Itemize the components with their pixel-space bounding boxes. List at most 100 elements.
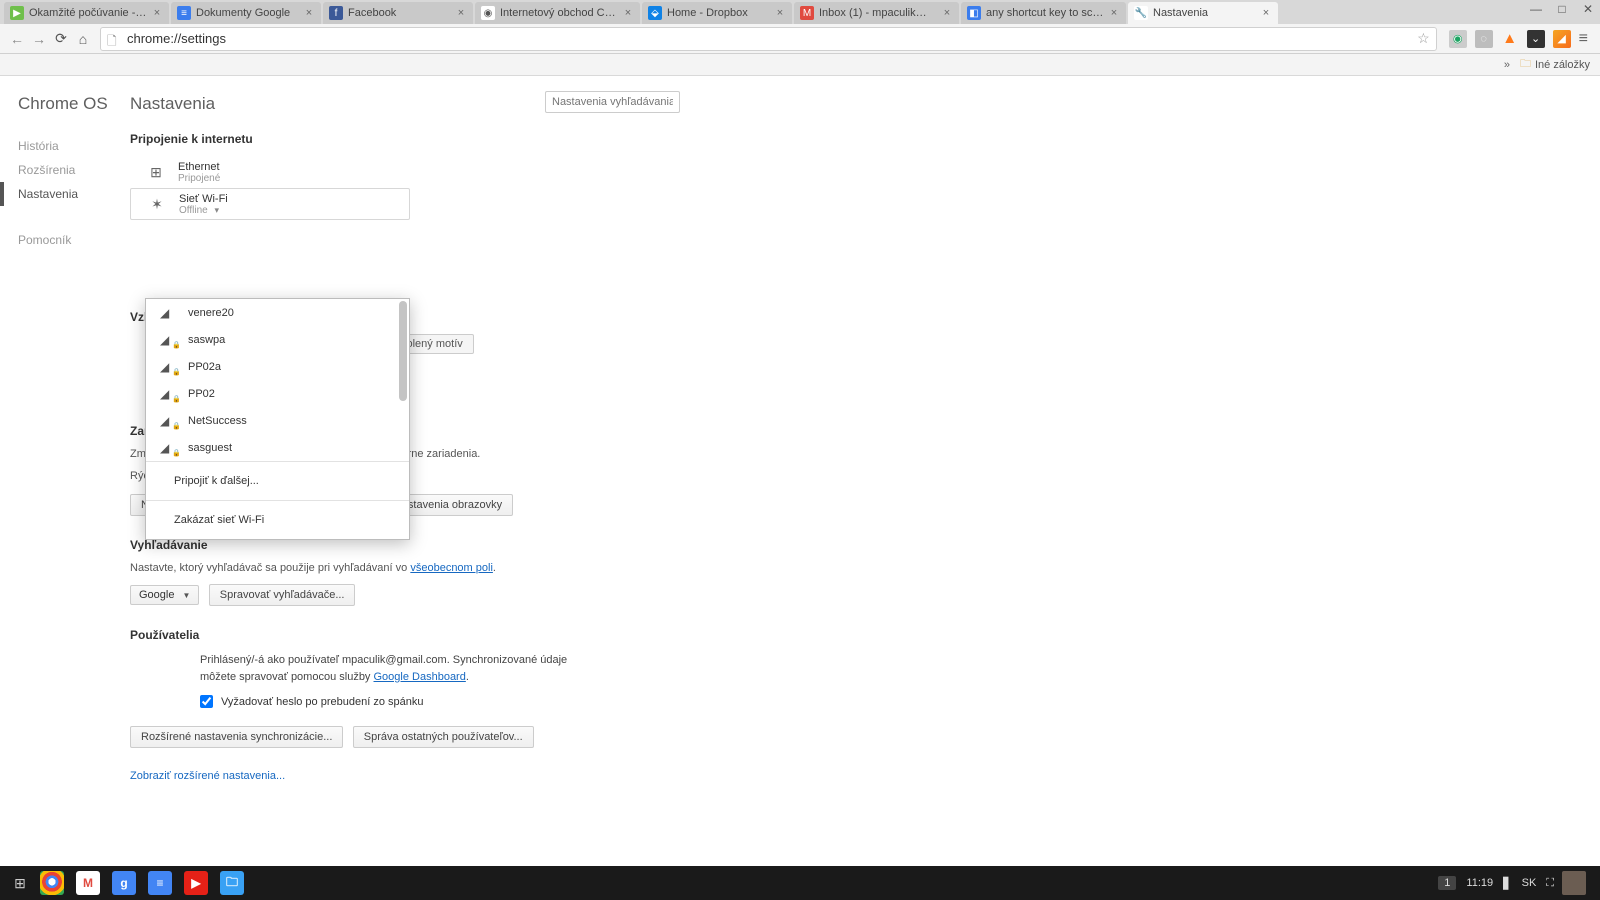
scrollbar-thumb[interactable] bbox=[399, 301, 407, 401]
shelf-app-chrome[interactable] bbox=[34, 869, 70, 897]
app-launcher-icon[interactable]: ⊞ bbox=[6, 869, 34, 897]
wifi-network-name: PP02 bbox=[188, 388, 215, 400]
home-button[interactable]: ⌂ bbox=[72, 28, 94, 50]
settings-search-input[interactable] bbox=[545, 91, 680, 113]
ext-icon-3[interactable]: ▲ bbox=[1501, 30, 1519, 48]
tab-favicon: ▶ bbox=[10, 6, 24, 20]
chrome-menu-icon[interactable]: ≡ bbox=[1579, 30, 1588, 48]
wifi-label: Sieť Wi-Fi bbox=[179, 193, 228, 205]
tab-close-icon[interactable]: × bbox=[455, 7, 467, 19]
tab-title: Facebook bbox=[348, 7, 451, 19]
tab-close-icon[interactable]: × bbox=[1260, 7, 1272, 19]
url-input[interactable] bbox=[127, 31, 1413, 46]
extension-icons: ◉ ◌ ▲ ⌄ ◢ ≡ bbox=[1443, 30, 1594, 48]
shelf-app-youtube[interactable]: ▶ bbox=[178, 869, 214, 897]
omnibox[interactable]: 🗋 ☆ bbox=[100, 27, 1437, 51]
sidebar-item-settings[interactable]: Nastavenia bbox=[0, 182, 130, 206]
tab-close-icon[interactable]: × bbox=[151, 7, 163, 19]
tab-close-icon[interactable]: × bbox=[941, 7, 953, 19]
shelf-app-google[interactable]: g bbox=[106, 869, 142, 897]
section-heading-internet: Pripojenie k internetu bbox=[130, 132, 680, 146]
tab-favicon: M bbox=[800, 6, 814, 20]
sidebar-item-history[interactable]: História bbox=[18, 134, 130, 158]
tab-favicon: ⬙ bbox=[648, 6, 662, 20]
lock-icon: 🔒 bbox=[172, 395, 181, 403]
browser-tab[interactable]: ◉ Internetový obchod Chro × bbox=[475, 2, 640, 24]
lock-icon: 🔒 bbox=[172, 449, 181, 457]
tab-close-icon[interactable]: × bbox=[622, 7, 634, 19]
tab-close-icon[interactable]: × bbox=[303, 7, 315, 19]
tab-title: Dokumenty Google bbox=[196, 7, 299, 19]
back-button[interactable]: ← bbox=[6, 28, 28, 50]
browser-tab[interactable]: ≡ Dokumenty Google × bbox=[171, 2, 321, 24]
ext-icon-1[interactable]: ◉ bbox=[1449, 30, 1467, 48]
wifi-network-item[interactable]: ◢🔒 PP02 bbox=[146, 380, 409, 407]
require-password-checkbox[interactable] bbox=[200, 695, 213, 708]
lock-icon: 🔒 bbox=[172, 341, 181, 349]
omnibox-help-link[interactable]: všeobecnom poli bbox=[410, 562, 493, 574]
notification-count[interactable]: 1 bbox=[1438, 876, 1456, 890]
wifi-network-item[interactable]: ◢🔒 NetSuccess bbox=[146, 407, 409, 434]
wifi-network-item[interactable]: ◢🔒 saswpa bbox=[146, 326, 409, 353]
ethernet-row[interactable]: ⊞ Ethernet Pripojené bbox=[130, 156, 680, 188]
tab-title: Nastavenia bbox=[1153, 7, 1256, 19]
browser-tabstrip: ▶ Okamžité počúvanie - Hu ×≡ Dokumenty G… bbox=[0, 0, 1600, 24]
wifi-disable[interactable]: Zakázať sieť Wi-Fi bbox=[146, 501, 409, 539]
browser-tab[interactable]: ▶ Okamžité počúvanie - Hu × bbox=[4, 2, 169, 24]
tray-language: SK bbox=[1522, 877, 1537, 889]
ethernet-status: Pripojené bbox=[178, 173, 220, 184]
search-engine-select[interactable]: Google▼ bbox=[130, 585, 199, 605]
system-tray[interactable]: 1 11:19 ▋ SK ⛶ bbox=[1438, 871, 1594, 895]
google-dashboard-link[interactable]: Google Dashboard bbox=[374, 671, 466, 683]
browser-tab[interactable]: ⬙ Home - Dropbox × bbox=[642, 2, 792, 24]
window-maximize[interactable]: □ bbox=[1554, 2, 1570, 16]
tab-close-icon[interactable]: × bbox=[774, 7, 786, 19]
ext-icon-5[interactable]: ◢ bbox=[1553, 30, 1571, 48]
shelf-app-docs[interactable]: ≡ bbox=[142, 869, 178, 897]
wifi-network-item[interactable]: ◢🔒 PP02a bbox=[146, 353, 409, 380]
tab-title: Okamžité počúvanie - Hu bbox=[29, 7, 147, 19]
wifi-row[interactable]: ✶ Sieť Wi-Fi Offline ▾ bbox=[130, 188, 410, 220]
wifi-network-name: saswpa bbox=[188, 334, 225, 346]
reload-button[interactable]: ⟳ bbox=[50, 28, 72, 50]
page-icon: 🗋 bbox=[107, 32, 121, 46]
wifi-connect-other[interactable]: Pripojiť k ďalšej... bbox=[146, 462, 409, 500]
bookmarks-overflow-icon[interactable]: » bbox=[1504, 59, 1510, 71]
browser-tab[interactable]: ◧ any shortcut key to scree × bbox=[961, 2, 1126, 24]
section-users: Používatelia Prihlásený/-á ako používate… bbox=[130, 628, 680, 748]
window-close[interactable]: ✕ bbox=[1580, 2, 1596, 16]
ext-icon-4[interactable]: ⌄ bbox=[1527, 30, 1545, 48]
other-bookmarks[interactable]: Iné záložky bbox=[1535, 59, 1590, 71]
wifi-network-name: PP02a bbox=[188, 361, 221, 373]
wifi-network-item[interactable]: ◢ venere20 bbox=[146, 299, 409, 326]
manage-search-engines-button[interactable]: Spravovať vyhľadávače... bbox=[209, 584, 356, 606]
show-advanced-link[interactable]: Zobraziť rozšírené nastavenia... bbox=[130, 770, 680, 782]
manage-other-users-button[interactable]: Správa ostatných používateľov... bbox=[353, 726, 534, 748]
browser-tab[interactable]: M Inbox (1) - mpaculik@gm × bbox=[794, 2, 959, 24]
bookmarks-bar: » 🗀 Iné záložky bbox=[0, 54, 1600, 76]
shelf-app-gmail[interactable]: M bbox=[70, 869, 106, 897]
window-minimize[interactable]: — bbox=[1528, 2, 1544, 16]
sidebar-item-help[interactable]: Pomocník bbox=[18, 228, 130, 252]
brand-title: Chrome OS bbox=[18, 94, 130, 114]
tray-clock: 11:19 bbox=[1466, 877, 1493, 889]
tab-close-icon[interactable]: × bbox=[1108, 7, 1120, 19]
tray-fullscreen-icon[interactable]: ⛶ bbox=[1546, 877, 1552, 890]
shelf-app-files[interactable]: 🗀 bbox=[214, 869, 250, 897]
bookmark-star-icon[interactable]: ☆ bbox=[1417, 30, 1430, 47]
wifi-status: Offline ▾ bbox=[179, 205, 228, 216]
tab-favicon: 🔧 bbox=[1134, 6, 1148, 20]
forward-button[interactable]: → bbox=[28, 28, 50, 50]
wifi-network-list: ◢ venere20 ◢🔒 saswpa ◢🔒 PP02a ◢🔒 PP02 ◢🔒… bbox=[146, 299, 409, 461]
ext-icon-2[interactable]: ◌ bbox=[1475, 30, 1493, 48]
sidebar-item-extensions[interactable]: Rozšírenia bbox=[18, 158, 130, 182]
tray-avatar[interactable] bbox=[1562, 871, 1586, 895]
browser-tab[interactable]: 🔧 Nastavenia × bbox=[1128, 2, 1278, 24]
wifi-signal-icon: ◢🔒 bbox=[160, 360, 178, 374]
ethernet-icon: ⊞ bbox=[144, 160, 168, 184]
wifi-network-item[interactable]: ◢🔒 sasguest bbox=[146, 434, 409, 461]
sync-advanced-button[interactable]: Rozšírené nastavenia synchronizácie... bbox=[130, 726, 343, 748]
section-internet: Pripojenie k internetu ⊞ Ethernet Pripoj… bbox=[130, 132, 680, 220]
section-search: Vyhľadávanie Nastavte, ktorý vyhľadávač … bbox=[130, 538, 680, 606]
browser-tab[interactable]: f Facebook × bbox=[323, 2, 473, 24]
